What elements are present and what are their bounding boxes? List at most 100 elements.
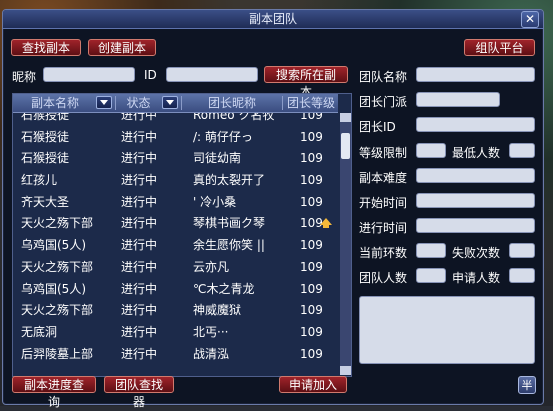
row-status: 进行中 [121,259,158,274]
row-dungeon: 石猴授徒 [21,113,70,122]
table-row[interactable]: 无底洞 进行中 北丐··· 109 [13,322,338,344]
row-leader: Romeo ク名牧 [193,113,275,122]
status-filter-dropdown-icon[interactable] [162,96,178,109]
list-scrollbar[interactable] [340,113,351,375]
table-row[interactable]: 后羿陵墓上部 进行中 战清泓 109 [13,344,338,366]
row-dungeon: 天火之殇下部 [21,216,94,231]
table-row[interactable]: 乌鸡国(5人) 进行中 ℃木之青龙 109 [13,279,338,301]
progress-time-label: 进行时间 [359,221,408,235]
col-status: 状态 [126,96,151,110]
row-leader: 神威魔狱 [193,303,242,318]
list-header: 副本名称 状态 团长昵称 团长等级 [13,94,338,113]
row-status: 进行中 [121,216,158,231]
row-status: 进行中 [121,129,158,144]
id-label: ID [144,68,157,82]
leader-school-field [416,92,500,107]
row-dungeon: 石猴授徒 [21,129,70,144]
apply-join-button[interactable]: 申请加入 [279,376,347,393]
team-name-label: 团队名称 [359,70,408,84]
row-dungeon: 石猴授徒 [21,151,70,166]
nickname-input[interactable] [43,67,135,82]
table-row[interactable]: 石猴授徒 进行中 司徒幼南 109 [13,148,338,170]
dungeon-team-window: 副本团队 ✕ 查找副本 创建副本 组队平台 昵称 ID 搜索所在副本 副本名称 … [2,9,544,409]
table-row[interactable]: 石猴授徒 进行中 Romeo ク名牧 109 [13,113,338,127]
row-leader: ' 冷小桑 [193,194,237,209]
applicant-count-label: 申请人数 [452,271,501,285]
row-leader: /: 萌仔仔っ [193,129,253,144]
row-status: 进行中 [121,151,158,166]
current-round-label: 当前环数 [359,246,408,260]
row-leader: 云亦凡 [193,259,230,274]
nickname-label: 昵称 [12,70,37,84]
start-time-label: 开始时间 [359,196,408,210]
row-dungeon: 齐天大圣 [21,194,70,209]
table-row[interactable]: 石猴授徒 进行中 /: 萌仔仔っ 109 [13,127,338,149]
row-status: 进行中 [121,238,158,253]
scroll-down-arrow-icon[interactable] [340,366,351,375]
level-limit-label: 等级限制 [359,146,408,160]
table-row[interactable]: 齐天大圣 进行中 ' 冷小桑 109 [13,192,338,214]
team-name-field [416,67,535,82]
create-dungeon-button[interactable]: 创建副本 [88,39,156,56]
row-leader: ℃木之青龙 [193,281,255,296]
close-icon: ✕ [524,12,536,26]
start-time-field [416,193,535,208]
level-limit-field [416,143,446,158]
row-status: 进行中 [121,324,158,339]
find-dungeon-button[interactable]: 查找副本 [11,39,81,56]
progress-query-button[interactable]: 副本进度查询 [12,376,96,409]
col-leader-name: 团长昵称 [207,96,256,110]
row-status: 进行中 [121,303,158,318]
row-level: 109 [300,346,323,361]
row-status: 进行中 [121,281,158,296]
team-count-label: 团队人数 [359,271,408,285]
difficulty-label: 副本难度 [359,171,408,185]
leader-id-field [416,117,535,132]
row-leader: 战清泓 [193,346,230,361]
leader-school-label: 团长门派 [359,95,408,109]
current-round-field [416,243,446,258]
dungeon-list: 副本名称 状态 团长昵称 团长等级 石猴授徒 进行中 Romeo ク名牧 109 石猴… [12,93,352,377]
row-leader: 司徒幼南 [193,151,242,166]
team-platform-button[interactable]: 组队平台 [464,39,535,56]
row-level: 109 [300,238,323,253]
team-finder-button[interactable]: 团队查找器 [104,376,174,409]
minimize-icon[interactable]: 半 [518,376,536,394]
scroll-up-arrow-icon[interactable] [340,113,351,122]
col-dungeon-name: 副本名称 [30,96,79,110]
progress-time-field [416,218,535,233]
row-level: 109 [300,324,323,339]
row-status: 进行中 [121,113,158,122]
row-dungeon: 乌鸡国(5人) [21,238,86,253]
team-count-field [416,268,446,283]
row-dungeon: 天火之殇下部 [21,259,94,274]
row-level: 109 [300,113,323,122]
row-status: 进行中 [121,173,158,188]
title-bar[interactable]: 副本团队 [3,10,543,29]
close-button[interactable]: ✕ [521,11,539,28]
window-title: 副本团队 [248,12,297,26]
row-dungeon: 乌鸡国(5人) [21,281,86,296]
row-leader: 北丐··· [193,324,229,339]
dungeon-filter-dropdown-icon[interactable] [96,96,112,109]
min-people-field [509,143,535,158]
row-level: 109 [300,194,323,209]
leader-id-label: 团长ID [359,120,396,134]
level-up-arrow-icon [320,218,332,229]
row-dungeon: 红孩儿 [21,173,58,188]
table-row[interactable]: 天火之殇下部 进行中 神威魔狱 109 [13,300,338,322]
search-dungeon-button[interactable]: 搜索所在副本 [264,66,348,99]
row-level: 109 [300,173,323,188]
list-rows: 石猴授徒 进行中 Romeo ク名牧 109 石猴授徒 进行中/: 萌仔仔っ 109 石猴… [13,113,338,375]
table-row[interactable]: 天火之殇下部 进行中 云亦凡 109 [13,257,338,279]
row-status: 进行中 [121,194,158,209]
id-input[interactable] [166,67,258,82]
table-row[interactable]: 乌鸡国(5人) 进行中 余生愿你笑 || 109 [13,235,338,257]
scroll-thumb[interactable] [341,133,350,159]
applicant-count-field [509,268,535,283]
row-level: 109 [300,303,323,318]
table-row[interactable]: 天火之殇下部 进行中 琴棋书画ク琴 109 [13,213,338,235]
row-dungeon: 天火之殇下部 [21,303,94,318]
table-row[interactable]: 红孩儿 进行中 真的太裂开了 109 [13,170,338,192]
col-leader-level: 团长等级 [286,96,335,110]
